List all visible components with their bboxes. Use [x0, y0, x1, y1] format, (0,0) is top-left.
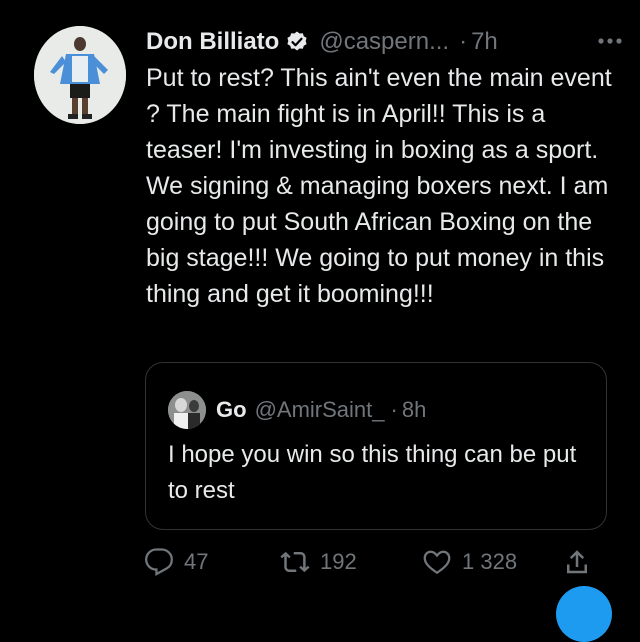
- author-name[interactable]: Don Billiato: [146, 28, 279, 56]
- tweet-actions: 47 192 1 328: [144, 540, 614, 584]
- quoted-separator-dot: ·: [390, 397, 398, 422]
- author-avatar[interactable]: [34, 26, 126, 124]
- quoted-tweet-header: Go @AmirSaint_ · 8h: [168, 391, 426, 429]
- quoted-timestamp: 8h: [401, 397, 427, 422]
- quoted-author-avatar: [168, 391, 206, 429]
- author-handle[interactable]: @caspern...: [319, 28, 449, 56]
- like-icon: [423, 550, 451, 575]
- quoted-author-name[interactable]: Go: [216, 397, 247, 423]
- reply-icon: [145, 548, 173, 577]
- retweet-count: 192: [320, 549, 357, 574]
- separator-dot: ·: [459, 28, 468, 55]
- tweet-header: Don Billiato @caspern... · 7h: [146, 24, 628, 60]
- compose-button[interactable]: [556, 586, 612, 642]
- retweet-icon: [280, 551, 310, 573]
- reply-button[interactable]: 47: [144, 540, 208, 584]
- retweet-button[interactable]: 192: [280, 540, 357, 584]
- verified-badge-icon: [285, 30, 309, 54]
- share-icon: [567, 550, 587, 574]
- reply-count: 47: [184, 549, 209, 574]
- tweet-text: Put to rest? This ain't even the main ev…: [146, 64, 612, 308]
- quoted-tweet-text: I hope you win so this thing can be put …: [168, 441, 577, 504]
- more-icon[interactable]: [592, 26, 628, 56]
- like-count: 1 328: [462, 549, 518, 574]
- quoted-author-handle[interactable]: @AmirSaint_: [255, 397, 385, 423]
- tweet[interactable]: Don Billiato @caspern... · 7h Put to res…: [0, 0, 640, 642]
- tweet-timestamp[interactable]: 7h: [471, 28, 498, 56]
- quoted-tweet[interactable]: Go @AmirSaint_ · 8h I hope you win so th…: [145, 362, 607, 530]
- share-button[interactable]: [562, 540, 602, 584]
- like-button[interactable]: 1 328: [422, 540, 517, 584]
